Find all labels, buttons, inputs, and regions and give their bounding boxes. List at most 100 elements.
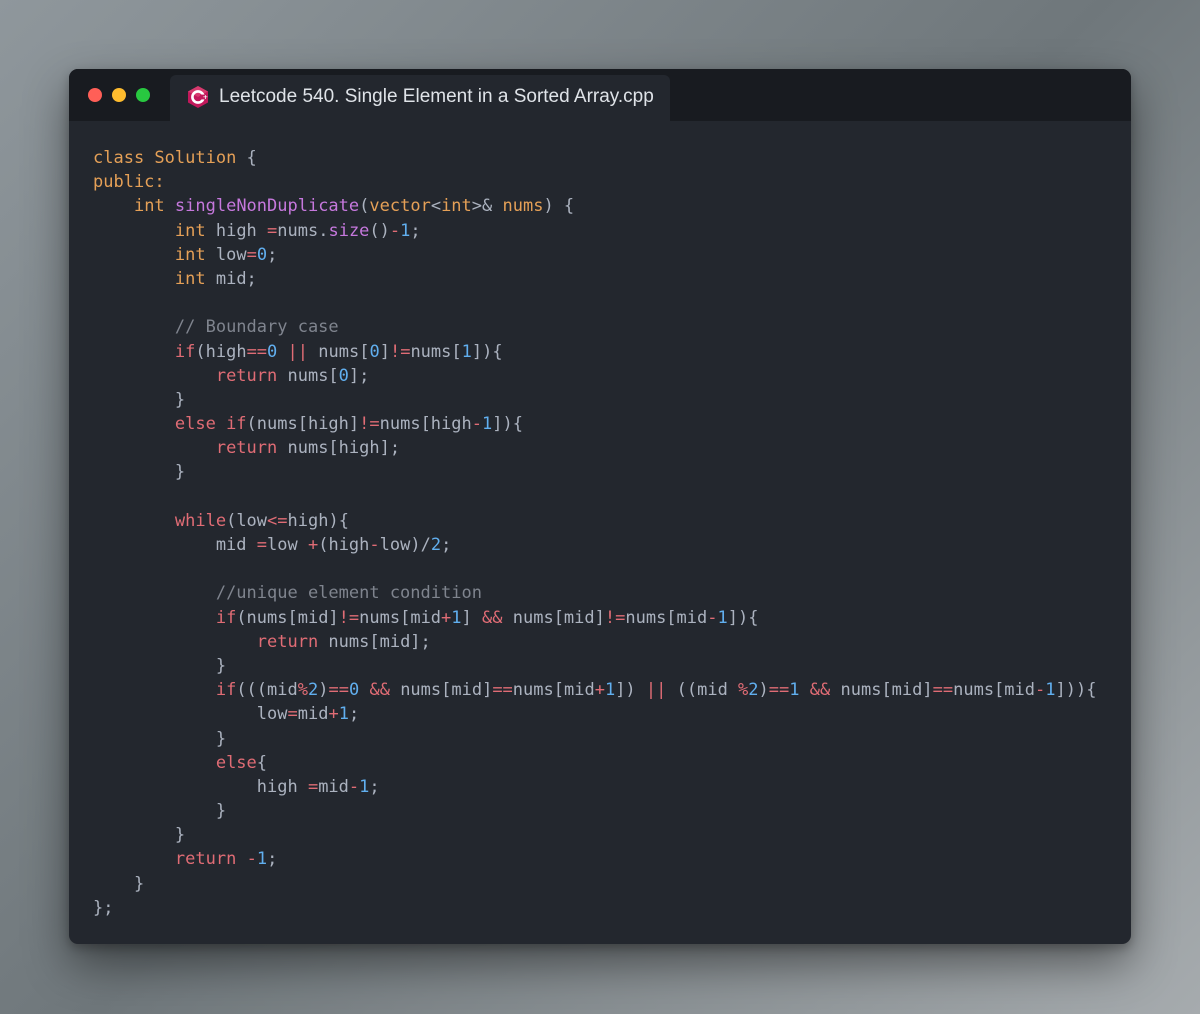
code-token: ]){ bbox=[471, 341, 503, 362]
code-token: != bbox=[604, 607, 626, 628]
close-button[interactable] bbox=[88, 88, 102, 102]
code-line: else if(nums[high]!=nums[high-1]){ bbox=[93, 412, 1096, 436]
code-token: low bbox=[215, 244, 247, 265]
code-token: 1 bbox=[256, 849, 268, 870]
code-token: && bbox=[809, 680, 831, 701]
code-token: (high bbox=[318, 535, 370, 555]
code-token: nums[mid bbox=[512, 680, 595, 701]
code-token: return bbox=[256, 631, 319, 652]
code-token: - bbox=[348, 776, 360, 797]
code-token: == bbox=[768, 680, 790, 701]
code-token: ; bbox=[267, 244, 278, 265]
code-token: || bbox=[645, 680, 667, 701]
code-token: + bbox=[594, 680, 605, 701]
code-token: { bbox=[256, 752, 268, 773]
code-line: int singleNonDuplicate(vector<int>& nums… bbox=[93, 194, 1096, 218]
code-token: return bbox=[215, 365, 278, 386]
code-token: // Boundary case bbox=[174, 317, 339, 338]
code-token: mid bbox=[318, 776, 349, 797]
code-line: high =mid-1; bbox=[93, 775, 1096, 799]
code-token: 1 bbox=[604, 680, 616, 701]
code-token: - bbox=[389, 220, 401, 241]
minimize-button[interactable] bbox=[112, 88, 126, 102]
code-token: % bbox=[297, 680, 308, 701]
tab-title: Leetcode 540. Single Element in a Sorted… bbox=[219, 86, 654, 107]
code-token: return bbox=[174, 849, 237, 870]
code-line: return -1; bbox=[93, 847, 1096, 871]
code-token: if bbox=[215, 607, 237, 628]
code-token: != bbox=[359, 414, 380, 435]
code-token: != bbox=[389, 341, 411, 362]
code-line: return nums[high]; bbox=[93, 436, 1096, 460]
code-line: return nums[0]; bbox=[93, 364, 1096, 388]
code-token: ]){ bbox=[727, 607, 759, 628]
code-token: (high bbox=[195, 341, 247, 362]
code-token: class bbox=[93, 148, 155, 168]
code-token: ] bbox=[379, 341, 390, 362]
code-token: + bbox=[441, 607, 452, 628]
code-token: ; bbox=[348, 704, 360, 725]
code-token: nums. bbox=[277, 220, 329, 241]
code-line: } bbox=[93, 727, 1096, 751]
code-token: == bbox=[492, 680, 513, 701]
code-token: 0 bbox=[338, 365, 349, 386]
code-token: nums[high bbox=[379, 414, 472, 435]
code-token: = bbox=[246, 244, 257, 265]
code-token: 1 bbox=[482, 414, 493, 435]
code-token: ; bbox=[267, 849, 278, 870]
code-token: != bbox=[338, 607, 360, 628]
code-token: + bbox=[328, 704, 339, 725]
code-token: 1 bbox=[338, 704, 349, 725]
maximize-button[interactable] bbox=[136, 88, 150, 102]
code-token: 0 bbox=[256, 244, 268, 265]
code-line: } bbox=[93, 654, 1096, 678]
code-token: { bbox=[236, 148, 257, 168]
code-token: int bbox=[174, 268, 216, 289]
code-token: 0 bbox=[369, 341, 380, 362]
code-token: - bbox=[707, 607, 718, 628]
code-line: // Boundary case bbox=[93, 315, 1096, 339]
code-editor[interactable]: class Solution {public: int singleNonDup… bbox=[93, 146, 1096, 920]
code-token: (nums[high] bbox=[246, 414, 360, 435]
code-token: nums[mid bbox=[359, 607, 442, 628]
code-token: if bbox=[174, 341, 196, 362]
code-token: int bbox=[133, 196, 175, 217]
code-token: || bbox=[287, 341, 309, 362]
code-token: low bbox=[93, 704, 288, 725]
code-line: if(((mid%2)==0 && nums[mid]==nums[mid+1]… bbox=[93, 678, 1097, 702]
code-token: (nums[mid] bbox=[236, 607, 339, 628]
code-line: low=mid+1; bbox=[93, 702, 1096, 726]
code-token: + bbox=[307, 535, 319, 555]
code-token: nums[ bbox=[277, 365, 339, 386]
code-line: //unique element condition bbox=[93, 581, 1096, 605]
code-token: ]; bbox=[348, 365, 370, 386]
code-token: 2 bbox=[748, 680, 759, 701]
code-token: 0 bbox=[267, 341, 278, 362]
code-token: } bbox=[93, 655, 227, 676]
code-token: nums[high]; bbox=[277, 438, 401, 459]
file-tab[interactable]: + Leetcode 540. Single Element in a Sort… bbox=[170, 75, 670, 121]
code-token: - bbox=[246, 849, 257, 870]
code-token: singleNonDuplicate bbox=[174, 196, 360, 217]
code-token: ]) bbox=[615, 680, 646, 701]
code-token: } bbox=[93, 462, 186, 483]
code-token: 2 bbox=[430, 535, 442, 555]
code-token: ((mid bbox=[666, 680, 739, 701]
code-token: && bbox=[369, 680, 390, 701]
code-token: - bbox=[369, 535, 380, 555]
code-token: 1 bbox=[400, 220, 411, 241]
